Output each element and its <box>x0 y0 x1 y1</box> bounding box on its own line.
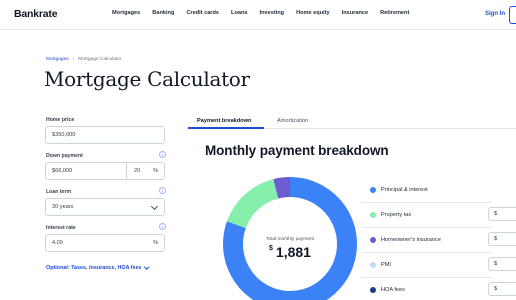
legend-item-hoa-fees: HOA fees <box>370 287 405 293</box>
legend-divider <box>362 202 492 203</box>
nav-item-credit-cards[interactable]: Credit cards <box>186 10 219 16</box>
legend-item-pmi: PMI <box>370 262 391 268</box>
nav-item-retirement[interactable]: Retirement <box>380 10 409 16</box>
legend-swatch <box>370 287 376 293</box>
legend-swatch <box>370 237 376 243</box>
sign-in-link[interactable]: Sign In <box>485 11 505 17</box>
percent-sign: % <box>153 168 158 174</box>
sign-up-button[interactable] <box>509 6 516 24</box>
interest-rate-info-icon[interactable]: i <box>159 223 166 230</box>
legend-swatch <box>370 262 376 268</box>
currency-symbol: $ <box>494 286 498 292</box>
percent-sign: % <box>153 240 158 246</box>
legend-label: Principal & interest <box>381 187 428 193</box>
loan-term-info-icon[interactable]: i <box>159 187 166 194</box>
top-nav: Bankrate Mortgages Banking Credit cards … <box>0 0 516 30</box>
optional-fees-toggle[interactable]: Optional: Taxes, insurance, HOA fees <box>46 263 149 271</box>
optional-fees-label: Optional: Taxes, insurance, HOA fees <box>46 265 142 271</box>
breadcrumb: Mortgages › Mortgage Calculator <box>46 57 121 62</box>
page-title: Mortgage Calculator <box>44 67 250 91</box>
down-payment-info-icon[interactable]: i <box>159 151 166 158</box>
nav-item-investing[interactable]: Investing <box>260 10 285 16</box>
legend-item-homeowners-insurance: Homeowner's insurance <box>370 237 441 243</box>
down-payment-label: Down payment <box>46 153 83 159</box>
home-price-value: $350,000 <box>52 132 76 138</box>
main-nav: Mortgages Banking Credit cards Loans Inv… <box>112 10 409 16</box>
homeowners-insurance-input[interactable]: $ <box>488 232 516 246</box>
currency-symbol: $ <box>269 245 273 252</box>
loan-term-select[interactable]: 30 years <box>45 198 165 216</box>
total-amount: 1,881 <box>275 244 311 260</box>
hoa-fees-input[interactable]: $ <box>488 282 516 296</box>
legend-label: HOA fees <box>381 287 405 293</box>
breadcrumb-current: Mortgage Calculator <box>78 57 122 62</box>
breadcrumb-mortgages[interactable]: Mortgages <box>46 57 69 62</box>
nav-item-mortgages[interactable]: Mortgages <box>112 10 140 16</box>
legend-divider <box>362 277 492 278</box>
legend-divider <box>362 227 492 228</box>
bankrate-logo[interactable]: Bankrate <box>14 8 58 20</box>
legend-divider <box>362 252 492 253</box>
currency-symbol: $ <box>494 261 498 267</box>
tab-amortization[interactable]: Amortization <box>277 118 308 124</box>
total-monthly-payment-value: $1,881 <box>230 244 350 260</box>
donut-slice-homeowner-s-insurance[interactable] <box>273 177 291 199</box>
home-price-label: Home price <box>46 117 75 123</box>
active-tab-indicator <box>188 127 264 129</box>
breadcrumb-separator: › <box>72 57 75 62</box>
legend-item-principal-interest: Principal & interest <box>370 187 428 193</box>
interest-rate-input[interactable]: 4.09 % <box>45 234 165 252</box>
legend-label: PMI <box>381 262 391 268</box>
down-payment-value: $66,000 <box>52 168 73 174</box>
property-tax-input[interactable]: $ <box>488 207 516 221</box>
nav-item-banking[interactable]: Banking <box>152 10 174 16</box>
breakdown-title: Monthly payment breakdown <box>205 143 389 158</box>
legend-swatch <box>370 187 376 193</box>
chevron-down-icon <box>143 263 149 269</box>
currency-symbol: $ <box>494 211 498 217</box>
down-payment-input[interactable]: $66,000 20 % <box>45 162 165 180</box>
pmi-input[interactable]: $ <box>488 257 516 271</box>
legend-swatch <box>370 212 376 218</box>
interest-rate-value: 4.09 <box>52 240 63 246</box>
down-payment-percent[interactable]: 20 <box>134 168 140 174</box>
loan-term-value: 30 years <box>52 204 74 210</box>
total-monthly-payment-label: Total monthly payment <box>266 237 314 242</box>
home-price-input[interactable]: $350,000 <box>45 126 165 144</box>
nav-item-home-equity[interactable]: Home equity <box>296 10 330 16</box>
currency-symbol: $ <box>494 236 498 242</box>
down-payment-divider <box>126 163 127 179</box>
tab-payment-breakdown[interactable]: Payment breakdown <box>197 118 251 124</box>
legend-label: Homeowner's insurance <box>381 237 441 243</box>
nav-item-insurance[interactable]: Insurance <box>342 10 368 16</box>
legend-label: Property tax <box>381 212 412 218</box>
nav-item-loans[interactable]: Loans <box>231 10 247 16</box>
donut-slice-property-tax[interactable] <box>226 179 279 229</box>
loan-term-label: Loan term <box>46 189 72 195</box>
chevron-down-icon <box>150 202 159 211</box>
legend-item-property-tax: Property tax <box>370 212 411 218</box>
interest-rate-label: Interest rate <box>46 225 76 231</box>
